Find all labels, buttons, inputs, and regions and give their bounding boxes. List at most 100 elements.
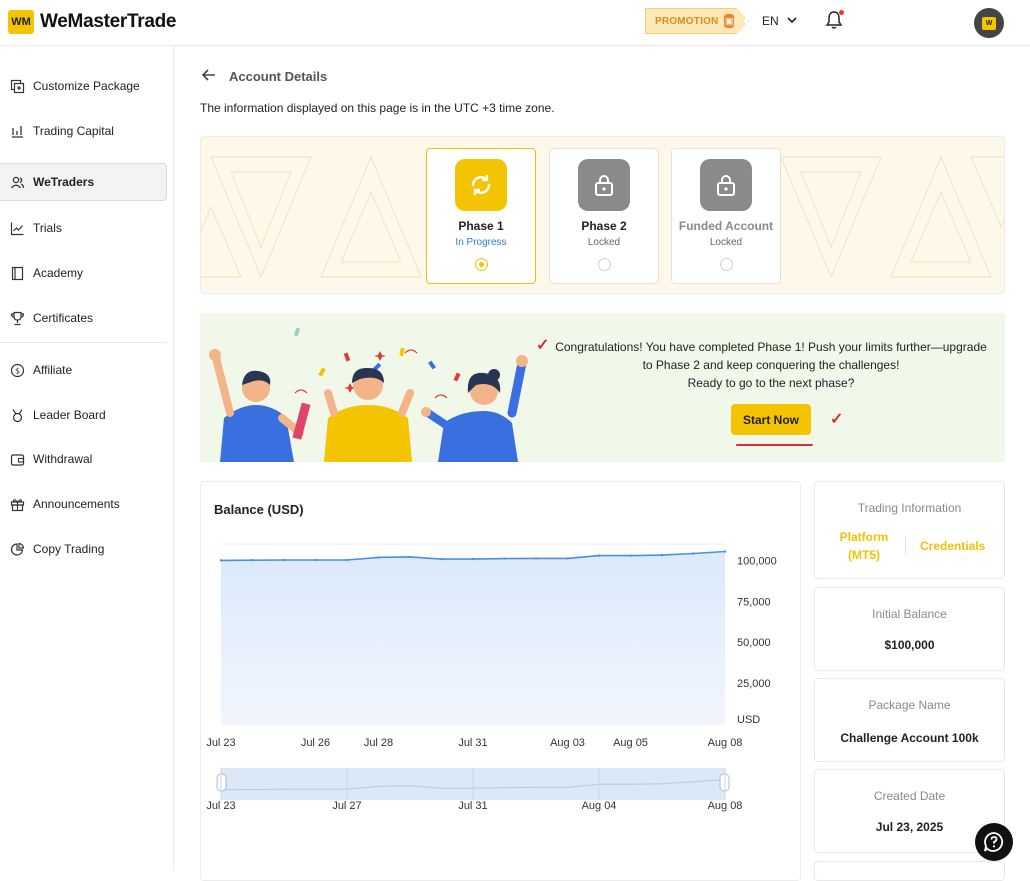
x-tick-label: Jul 23 [206,737,235,749]
promotion-label: PROMOTION [655,15,719,27]
chevron-down-icon [787,16,797,26]
trading-information-links: Platform (MT5) Credentials [815,528,1004,564]
balance-data-point [723,550,727,553]
balance-data-point [660,553,664,557]
balance-data-point [219,559,223,562]
platform-link[interactable]: Platform (MT5) [837,528,891,564]
trading-information-label: Trading Information [857,501,962,515]
notification-dot [839,10,844,15]
logo[interactable]: WM WeMasterTrade [8,10,177,34]
phase-status: In Progress [455,237,507,248]
phase-name: Phase 2 [581,219,627,233]
celebration-illustration [209,327,528,462]
navigator-tick-label: Jul 23 [206,800,235,812]
timezone-note: The information displayed on this page i… [200,101,555,115]
initial-balance-card: Initial Balance $100,000 [814,587,1005,671]
sidebar-item-certificates[interactable]: Certificates [0,299,167,337]
sidebar-item-leader-board[interactable]: Leader Board [0,396,167,434]
promotion-button[interactable]: PROMOTION ▣ [645,8,749,34]
language-label: EN [762,14,779,28]
balance-data-point [282,558,286,562]
x-tick-label: Aug 03 [550,737,585,749]
phase-status: Locked [709,237,743,248]
created-date-value: Jul 23, 2025 [875,820,944,834]
x-tick-label: Aug 08 [708,737,743,749]
navigator-tick-label: Aug 04 [582,800,617,812]
logo-mark-icon: WM [8,10,34,34]
phase-name: Funded Account [678,219,774,233]
avatar-logo-icon: W [982,16,996,30]
sidebar-item-announcements[interactable]: Announcements [0,485,167,523]
congratulations-banner: ✓ Congratulations! You have completed Ph… [200,313,1005,462]
sidebar-item-trading-capital[interactable]: Trading Capital [0,112,167,150]
help-chat-button[interactable] [975,823,1013,861]
gift-icon: ▣ [724,14,734,28]
sidebar-item-label: Academy [33,266,84,280]
page-title: Account Details [229,69,328,84]
sidebar-item-academy[interactable]: Academy [0,254,167,292]
logo-text: WeMasterTrade [40,11,177,32]
sidebar-item-label: Withdrawal [33,452,93,466]
phase-radio-selected[interactable] [474,258,488,271]
lock-icon [700,159,752,211]
next-phase-question: Ready to go to the next phase? [687,376,855,390]
phase-card-phase-2[interactable]: Phase 2 Locked [549,148,659,284]
notification-bell-icon[interactable] [824,10,844,30]
phase-name: Phase 1 [458,219,504,233]
navigator-tick-label: Aug 08 [708,800,743,812]
pie-chart-icon [10,542,25,557]
link-separator [905,537,906,555]
sidebar-item-withdrawal[interactable]: Withdrawal [0,440,167,478]
x-tick-label: Aug 05 [613,737,648,749]
language-selector[interactable]: EN [762,14,797,28]
sidebar-item-label: Copy Trading [33,542,105,556]
initial-balance-value: $100,000 [884,638,935,652]
package-name-card: Package Name Challenge Account 100k [814,678,1005,762]
sidebar-item-trials[interactable]: Trials [0,209,167,247]
red-underline-mark [736,444,813,446]
chat-question-icon [984,832,1004,852]
balance-data-point [566,557,569,560]
sidebar-item-label: Affiliate [33,363,73,377]
user-avatar[interactable]: W [974,8,1004,38]
back-arrow-icon[interactable] [201,67,217,88]
sidebar-item-label: Customize Package [33,79,140,93]
x-tick-label: Jul 26 [301,737,330,749]
navigator-tick-label: Jul 31 [458,800,487,812]
sidebar-item-label: WeTraders [33,175,95,189]
red-check-mark-icon: ✓ [536,337,550,354]
phase-radio[interactable] [719,258,733,271]
lock-icon [578,159,630,211]
y-axis-unit-label: USD [737,714,760,726]
sidebar-item-label: Announcements [33,497,120,511]
start-now-button[interactable]: Start Now [731,404,811,435]
x-tick-label: Jul 31 [458,737,487,749]
balance-data-point [377,556,380,559]
wallet-icon [10,452,25,467]
balance-data-point [440,557,443,561]
initial-balance-label: Initial Balance [872,607,947,621]
sidebar-item-customize-package[interactable]: Customize Package [0,67,167,105]
credentials-link[interactable]: Credentials [920,537,985,555]
balance-data-point [471,557,475,561]
balance-data-point [692,552,695,555]
sidebar-item-affiliate[interactable]: $ Affiliate [0,351,167,389]
sidebar-item-label: Leader Board [33,408,106,422]
phase-radio[interactable] [597,258,611,271]
congratulations-message: Congratulations! You have completed Phas… [550,338,992,392]
balance-data-point [534,557,538,560]
phase-card-phase-1[interactable]: Phase 1 In Progress [426,148,536,284]
sidebar-item-wetraders[interactable]: WeTraders [0,163,167,201]
package-name-value: Challenge Account 100k [840,731,979,745]
sidebar-item-copy-trading[interactable]: Copy Trading [0,530,167,568]
phase-card-funded-account[interactable]: Funded Account Locked [671,148,781,284]
balance-data-point [314,558,317,562]
y-tick-label: 75,000 [737,596,771,608]
congratulations-line: Congratulations! You have completed Phas… [555,340,987,372]
sidebar-item-label: Trials [33,221,62,235]
sidebar: Customize Package Trading Capital WeTrad… [0,46,174,871]
balance-data-point [629,554,632,557]
balance-data-point [251,559,254,562]
medal-icon [10,408,25,423]
additional-info-card [814,861,1005,881]
